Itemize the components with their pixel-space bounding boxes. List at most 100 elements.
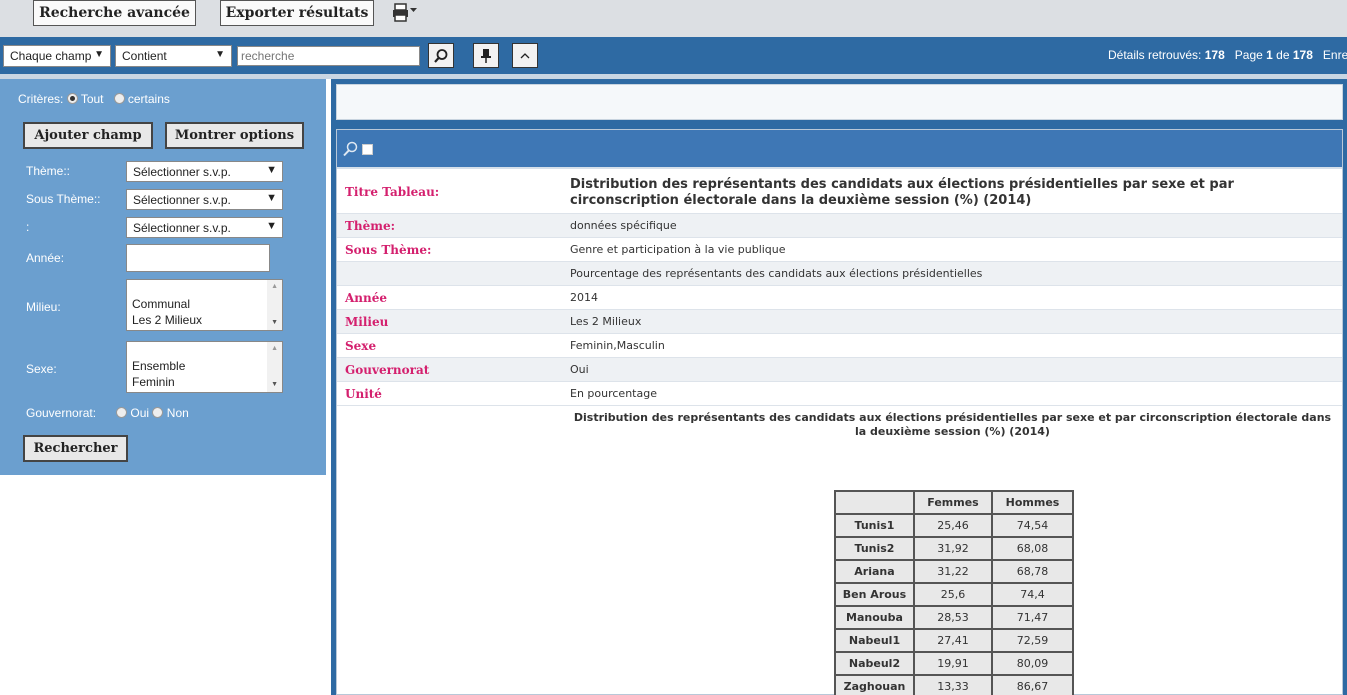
table-title: Distribution des représentants des candi… bbox=[573, 411, 1332, 438]
pin-button[interactable] bbox=[473, 43, 499, 68]
table-cell: 72,59 bbox=[991, 628, 1074, 653]
printer-icon[interactable] bbox=[392, 3, 418, 23]
advanced-search-button[interactable]: Recherche avancée bbox=[33, 0, 196, 26]
theme-value: données spécifique bbox=[570, 219, 677, 232]
collapse-button[interactable] bbox=[512, 43, 538, 68]
results-count: 178 bbox=[1204, 48, 1225, 62]
indicator-value: Pourcentage des représentants des candid… bbox=[570, 267, 983, 280]
theme-row: Thème: données spécifique bbox=[337, 214, 1342, 238]
table-cell: 25,46 bbox=[913, 513, 993, 538]
search-button[interactable] bbox=[428, 43, 454, 68]
results-panel: Titre Tableau: Distribution des représen… bbox=[331, 79, 1347, 695]
table-row: Nabeul1 27,41 72,59 bbox=[834, 628, 1074, 653]
theme-select[interactable]: Sélectionner s.v.p. ▼ bbox=[126, 161, 283, 182]
table-cell: 86,67 bbox=[991, 674, 1074, 695]
table-cell: 74,4 bbox=[991, 582, 1074, 607]
table-cell: Manouba bbox=[834, 605, 915, 630]
table-cell: 31,92 bbox=[913, 536, 993, 561]
milieu-listbox[interactable]: Communal Les 2 Milieux ▲ ▼ bbox=[126, 279, 283, 331]
table-cell: Tunis2 bbox=[834, 536, 915, 561]
add-field-button[interactable]: Ajouter champ bbox=[23, 122, 153, 149]
year-input[interactable] bbox=[126, 244, 270, 272]
gouvernorat-row: Gouvernorat Oui bbox=[337, 358, 1342, 382]
year-label: Année: bbox=[26, 251, 65, 265]
list-item[interactable]: Feminin bbox=[132, 375, 175, 389]
table-cell: Ariana bbox=[834, 559, 915, 584]
sexe-listbox[interactable]: Ensemble Feminin ▲ ▼ bbox=[126, 341, 283, 393]
scroll-up-icon[interactable]: ▲ bbox=[271, 345, 278, 352]
record-toolbar bbox=[337, 130, 1342, 169]
gouvernorat-yes-radio[interactable] bbox=[116, 407, 128, 418]
table-cell: 13,33 bbox=[913, 674, 993, 695]
theme-label: Thème: bbox=[345, 219, 396, 233]
table-cell: 80,09 bbox=[991, 651, 1074, 676]
table-cell: Tunis1 bbox=[834, 513, 915, 538]
export-results-button[interactable]: Exporter résultats bbox=[220, 0, 374, 26]
table-cell: 19,91 bbox=[913, 651, 993, 676]
search-submit-button[interactable]: Rechercher bbox=[23, 435, 128, 462]
table-cell: 27,41 bbox=[913, 628, 993, 653]
scroll-down-icon[interactable]: ▼ bbox=[271, 381, 278, 388]
indicator-row: Pourcentage des représentants des candid… bbox=[337, 262, 1342, 286]
indicator-select[interactable]: Sélectionner s.v.p. ▼ bbox=[126, 217, 283, 238]
top-toolbar: Recherche avancée Exporter résultats bbox=[0, 0, 1347, 37]
subtheme-select[interactable]: Sélectionner s.v.p. ▼ bbox=[126, 189, 283, 210]
page-current: 1 bbox=[1266, 48, 1273, 62]
table-cell: Ben Arous bbox=[834, 582, 915, 607]
table-cell: 71,47 bbox=[991, 605, 1074, 630]
criteria-all-radio[interactable] bbox=[66, 93, 78, 104]
gouvernorat-no-radio[interactable] bbox=[152, 407, 164, 418]
criteria-row: Critères: Tout certains bbox=[18, 92, 170, 106]
year-value: 2014 bbox=[570, 291, 598, 304]
select-checkbox[interactable] bbox=[362, 144, 373, 155]
milieu-label: Milieu bbox=[345, 315, 389, 329]
scroll-up-icon[interactable]: ▲ bbox=[271, 283, 278, 290]
records-link[interactable]: Enre bbox=[1323, 48, 1347, 62]
table-cell: Zaghouan bbox=[834, 674, 915, 695]
list-item[interactable]: Communal bbox=[132, 297, 190, 311]
unite-label: Unité bbox=[345, 387, 382, 401]
sexe-label: Sexe bbox=[345, 339, 377, 353]
criteria-some-radio[interactable] bbox=[113, 93, 125, 104]
subtheme-label: Sous Thème:: bbox=[26, 192, 101, 206]
sexe-row: Sexe Feminin,Masculin bbox=[337, 334, 1342, 358]
list-item[interactable]: Les 2 Milieux bbox=[132, 313, 202, 327]
sexe-value: Feminin,Masculin bbox=[570, 339, 665, 352]
criteria-label: Critères: bbox=[18, 92, 64, 106]
show-options-button[interactable]: Montrer options bbox=[165, 122, 304, 149]
field-select-value: Chaque champ bbox=[10, 49, 92, 63]
pin-icon bbox=[481, 48, 491, 63]
gouvernorat-yes-label: Oui bbox=[130, 406, 150, 420]
milieu-value: Les 2 Milieux bbox=[570, 315, 642, 328]
sexe-label: Sexe: bbox=[26, 362, 57, 376]
unite-value: En pourcentage bbox=[570, 387, 657, 400]
theme-select-value: Sélectionner s.v.p. bbox=[133, 164, 231, 179]
page-label: Page bbox=[1234, 48, 1263, 62]
criteria-all-label: Tout bbox=[80, 92, 104, 106]
chevron-down-icon: ▼ bbox=[94, 49, 104, 60]
table-header-cell: Femmes bbox=[913, 490, 993, 515]
results-header-area bbox=[336, 84, 1343, 120]
gouvernorat-label: Gouvernorat bbox=[345, 363, 430, 377]
table-cell: 25,6 bbox=[913, 582, 993, 607]
table-row: Tunis2 31,92 68,08 bbox=[834, 536, 1074, 561]
operator-select[interactable]: Contient ▼ bbox=[115, 45, 232, 67]
list-item[interactable]: Ensemble bbox=[132, 359, 185, 373]
field-select[interactable]: Chaque champ ▼ bbox=[3, 45, 111, 67]
milieu-label: Milieu: bbox=[26, 300, 61, 314]
table-cell: 28,53 bbox=[913, 605, 993, 630]
table-header-row: Femmes Hommes bbox=[834, 490, 1074, 515]
subtheme-value: Genre et participation à la vie publique bbox=[570, 243, 786, 256]
record-detail: Titre Tableau: Distribution des représen… bbox=[336, 129, 1343, 695]
scroll-down-icon[interactable]: ▼ bbox=[271, 319, 278, 326]
gouvernorat-no-label: Non bbox=[166, 406, 189, 420]
results-label: Détails retrouvés: bbox=[1108, 48, 1202, 62]
subtheme-label: Sous Thème: bbox=[345, 243, 432, 257]
subtheme-row: Sous Thème: Genre et participation à la … bbox=[337, 238, 1342, 262]
magnifier-icon[interactable] bbox=[342, 141, 358, 157]
table-row: Ben Arous 25,6 74,4 bbox=[834, 582, 1074, 607]
table-row: Tunis1 25,46 74,54 bbox=[834, 513, 1074, 538]
search-input[interactable] bbox=[237, 46, 420, 66]
gouvernorat-value: Oui bbox=[570, 363, 589, 376]
theme-label: Thème:: bbox=[26, 164, 71, 178]
